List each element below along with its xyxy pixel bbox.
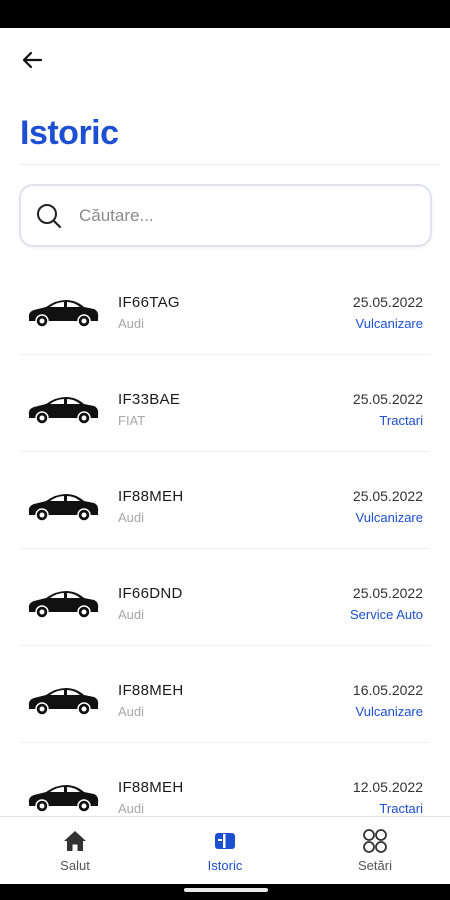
service-type: Service Auto (350, 607, 423, 622)
plate-number: IF33BAE (118, 391, 181, 408)
history-row[interactable]: IF88MEH Audi 16.05.2022 Vulcanizare (0, 646, 450, 743)
nav-label: Salut (60, 858, 90, 873)
search-box[interactable] (19, 184, 432, 247)
history-icon (211, 828, 239, 854)
car-brand: Audi (118, 607, 145, 622)
plate-number: IF88MEH (118, 488, 184, 505)
car-brand: FIAT (118, 413, 146, 428)
search-icon (35, 202, 63, 230)
plate-number: IF88MEH (118, 682, 184, 699)
plate-number: IF88MEH (118, 779, 184, 796)
nav-item-istoric[interactable]: Istoric (150, 817, 300, 884)
service-date: 12.05.2022 (352, 779, 423, 795)
service-date: 25.05.2022 (352, 585, 423, 601)
history-list: IF66TAG Audi 25.05.2022 Vulcanizare IF33… (0, 258, 450, 840)
settings-grid-icon (361, 828, 389, 854)
arrow-left-icon (22, 51, 43, 69)
history-row[interactable]: IF88MEH Audi 25.05.2022 Vulcanizare (0, 452, 450, 549)
service-type: Tractari (379, 413, 423, 428)
gesture-bar[interactable] (184, 888, 268, 892)
service-type: Vulcanizare (355, 316, 423, 331)
nav-label: Setări (358, 858, 392, 873)
nav-label: Istoric (207, 858, 243, 873)
nav-item-setari[interactable]: Setări (300, 817, 450, 884)
search-input[interactable] (79, 205, 399, 226)
page-title: Istoric (20, 114, 119, 152)
history-screen: Istoric IF66TAG Audi 25.05.2022 Vulca (0, 28, 450, 884)
car-icon (28, 591, 99, 619)
service-date: 25.05.2022 (352, 391, 423, 407)
service-type: Vulcanizare (355, 510, 423, 525)
car-icon (28, 397, 99, 425)
bottom-navigation: Salut Istoric Setări (0, 816, 450, 884)
car-icon (28, 494, 99, 522)
service-type: Tractari (379, 801, 423, 816)
title-divider (20, 164, 440, 165)
car-icon (28, 785, 99, 813)
service-date: 25.05.2022 (352, 294, 423, 310)
car-brand: Audi (118, 704, 145, 719)
service-type: Vulcanizare (355, 704, 423, 719)
service-date: 16.05.2022 (352, 682, 423, 698)
nav-item-salut[interactable]: Salut (0, 817, 150, 884)
back-button[interactable] (14, 46, 50, 74)
home-icon (61, 828, 89, 854)
car-icon (28, 300, 99, 328)
service-date: 25.05.2022 (352, 488, 423, 504)
car-icon (28, 688, 99, 716)
plate-number: IF66DND (118, 585, 183, 602)
plate-number: IF66TAG (118, 294, 180, 311)
history-row[interactable]: IF33BAE FIAT 25.05.2022 Tractari (0, 355, 450, 452)
history-row[interactable]: IF66DND Audi 25.05.2022 Service Auto (0, 549, 450, 646)
car-brand: Audi (118, 801, 145, 816)
car-brand: Audi (118, 316, 145, 331)
history-row[interactable]: IF66TAG Audi 25.05.2022 Vulcanizare (0, 258, 450, 355)
car-brand: Audi (118, 510, 145, 525)
